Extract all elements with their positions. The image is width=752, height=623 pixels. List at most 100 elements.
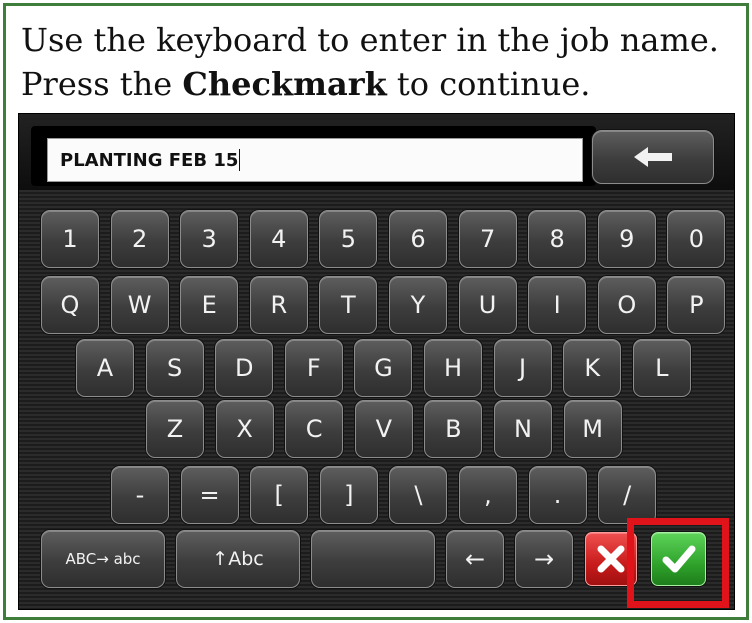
key-row2-4[interactable]: T bbox=[319, 276, 378, 334]
key-row4-5[interactable]: N bbox=[494, 400, 552, 458]
key-label: V bbox=[375, 415, 392, 443]
key-row1-3[interactable]: 4 bbox=[249, 210, 308, 268]
key-row1-0[interactable]: 1 bbox=[41, 210, 99, 268]
key-row1-4[interactable]: 5 bbox=[319, 210, 378, 268]
key-label: K bbox=[584, 354, 601, 382]
instruction-line-2: Press the Checkmark to continue. bbox=[21, 62, 741, 106]
key-label: C bbox=[305, 415, 323, 443]
key-label: - bbox=[135, 481, 145, 509]
key-row4-1[interactable]: X bbox=[215, 400, 274, 458]
key-label: N bbox=[514, 415, 532, 443]
key-row2-3[interactable]: R bbox=[249, 276, 308, 334]
key-row1-6[interactable]: 7 bbox=[458, 210, 517, 268]
key-label: T bbox=[341, 291, 356, 319]
key-row4-2[interactable]: C bbox=[285, 400, 344, 458]
key-row2-8[interactable]: O bbox=[597, 276, 656, 334]
key-label: [ bbox=[274, 481, 284, 509]
key-row5-2[interactable]: [ bbox=[250, 466, 309, 524]
job-name-field[interactable]: PLANTING FEB 15 bbox=[47, 138, 583, 182]
key-label: 4 bbox=[271, 225, 287, 253]
key-label: E bbox=[201, 291, 217, 319]
key-row5-1[interactable]: = bbox=[180, 466, 239, 524]
cursor-right-button[interactable]: → bbox=[515, 530, 573, 588]
key-row3-4[interactable]: G bbox=[354, 339, 413, 397]
key-label: 6 bbox=[410, 225, 426, 253]
key-label: S bbox=[166, 354, 183, 382]
case-toggle-button[interactable]: ABC→ abc bbox=[41, 530, 165, 588]
key-row1-2[interactable]: 3 bbox=[180, 210, 239, 268]
key-label: 9 bbox=[619, 225, 635, 253]
key-label: Y bbox=[410, 291, 426, 319]
space-button[interactable] bbox=[311, 530, 435, 588]
key-row3-2[interactable]: D bbox=[215, 339, 274, 397]
key-row1-1[interactable]: 2 bbox=[110, 210, 169, 268]
key-label: J bbox=[519, 354, 527, 382]
key-label: I bbox=[553, 291, 561, 319]
key-row1-7[interactable]: 8 bbox=[528, 210, 587, 268]
key-row1-9[interactable]: 0 bbox=[667, 210, 726, 268]
key-row2-5[interactable]: Y bbox=[389, 276, 447, 334]
backspace-button[interactable] bbox=[592, 130, 714, 184]
shift-button[interactable]: ↑Abc bbox=[176, 530, 300, 588]
key-row3-7[interactable]: K bbox=[563, 339, 622, 397]
key-row2-1[interactable]: W bbox=[110, 276, 169, 334]
instruction-line-1: Use the keyboard to enter in the job nam… bbox=[21, 21, 719, 59]
key-label: 2 bbox=[131, 225, 148, 253]
key-row2-6[interactable]: U bbox=[458, 276, 517, 334]
key-row5-3[interactable]: ] bbox=[319, 466, 378, 524]
instruction-line-2-end: to continue. bbox=[386, 65, 591, 103]
key-label: B bbox=[445, 415, 462, 443]
key-row5-0[interactable]: - bbox=[111, 466, 169, 524]
key-label: Z bbox=[166, 415, 184, 443]
key-label: 1 bbox=[62, 225, 78, 253]
key-row1-5[interactable]: 6 bbox=[389, 210, 447, 268]
cursor-left-button[interactable]: ← bbox=[446, 530, 504, 588]
instruction-text: Use the keyboard to enter in the job nam… bbox=[21, 18, 741, 106]
key-label: 0 bbox=[688, 225, 705, 253]
key-label: 7 bbox=[479, 225, 496, 253]
key-label: O bbox=[617, 291, 637, 319]
key-row5-6[interactable]: . bbox=[528, 466, 587, 524]
key-row5-7[interactable]: / bbox=[598, 466, 657, 524]
shift-label: ↑Abc bbox=[212, 548, 264, 570]
text-caret bbox=[239, 149, 241, 171]
key-row2-7[interactable]: I bbox=[528, 276, 587, 334]
key-label: W bbox=[127, 291, 152, 319]
key-row2-9[interactable]: P bbox=[667, 276, 726, 334]
left-arrow-icon bbox=[634, 147, 672, 167]
key-label: 5 bbox=[340, 225, 357, 253]
key-label: P bbox=[689, 291, 704, 319]
key-label: \ bbox=[414, 481, 423, 509]
key-label: 8 bbox=[549, 225, 565, 253]
key-label: R bbox=[270, 291, 288, 319]
key-row5-5[interactable]: , bbox=[459, 466, 517, 524]
key-label: A bbox=[96, 354, 114, 382]
key-row3-5[interactable]: H bbox=[424, 339, 482, 397]
key-label: ] bbox=[344, 481, 354, 509]
key-label: M bbox=[582, 415, 603, 443]
key-row3-6[interactable]: J bbox=[493, 339, 552, 397]
confirm-highlight-box bbox=[627, 518, 729, 608]
key-row3-3[interactable]: F bbox=[284, 339, 343, 397]
key-label: U bbox=[478, 291, 497, 319]
key-row3-8[interactable]: L bbox=[632, 339, 691, 397]
key-row2-0[interactable]: Q bbox=[41, 276, 99, 334]
instruction-line-2-start: Press the bbox=[21, 65, 183, 103]
key-row4-0[interactable]: Z bbox=[146, 400, 204, 458]
cursor-right-label: → bbox=[533, 545, 555, 573]
key-row2-2[interactable]: E bbox=[180, 276, 239, 334]
key-row4-6[interactable]: M bbox=[563, 400, 622, 458]
key-label: F bbox=[306, 354, 321, 382]
key-row3-0[interactable]: A bbox=[76, 339, 134, 397]
key-row5-4[interactable]: \ bbox=[389, 466, 448, 524]
key-label: Q bbox=[60, 291, 80, 319]
case-toggle-label: ABC→ abc bbox=[65, 550, 141, 568]
key-row4-4[interactable]: B bbox=[424, 400, 483, 458]
key-row4-3[interactable]: V bbox=[354, 400, 413, 458]
key-label: 3 bbox=[201, 225, 217, 253]
key-label: / bbox=[623, 481, 632, 509]
cursor-left-label: ← bbox=[464, 545, 486, 573]
instruction-emphasis: Checkmark bbox=[182, 65, 387, 103]
key-row1-8[interactable]: 9 bbox=[597, 210, 656, 268]
key-row3-1[interactable]: S bbox=[145, 339, 204, 397]
